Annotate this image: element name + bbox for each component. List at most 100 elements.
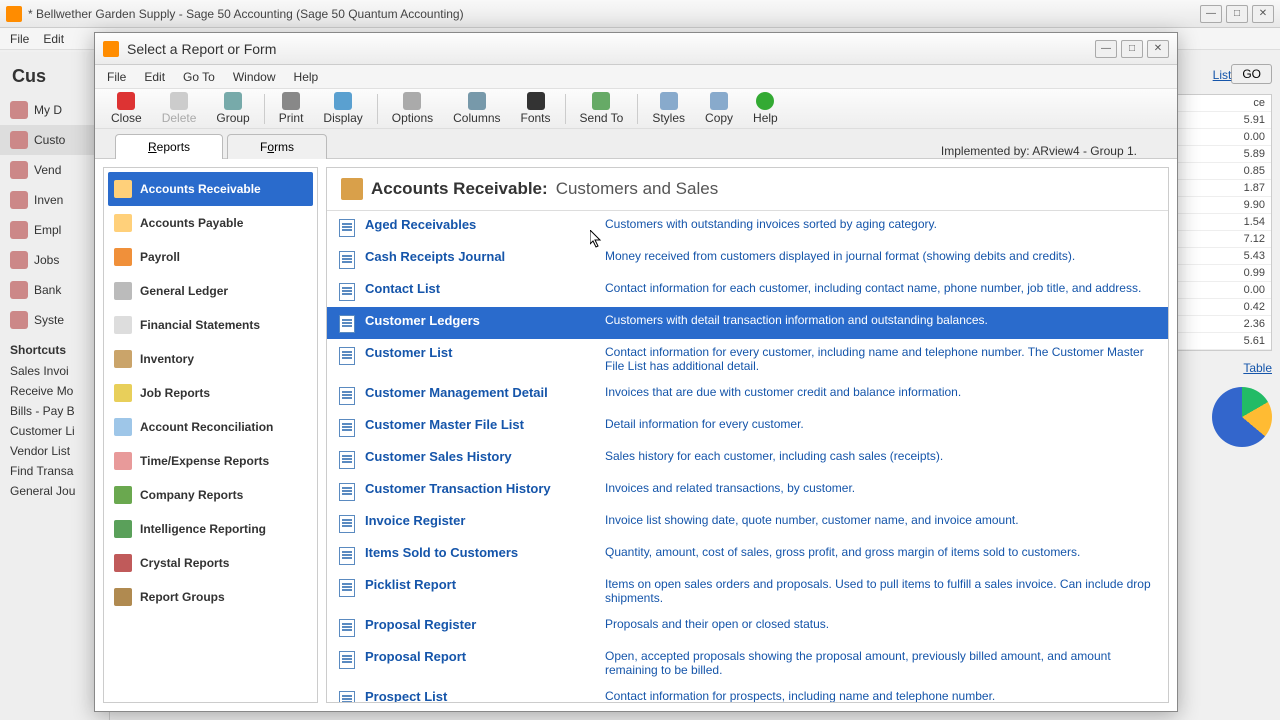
copy-tool[interactable]: Copy xyxy=(695,92,743,125)
menu-file[interactable]: File xyxy=(10,32,29,46)
report-row[interactable]: Customer Management DetailInvoices that … xyxy=(327,379,1168,411)
nav-item[interactable]: Empl xyxy=(0,215,109,245)
dialog-close-button[interactable]: ✕ xyxy=(1147,40,1169,58)
report-description: Contact information for each customer, i… xyxy=(605,281,1156,295)
report-row[interactable]: Contact ListContact information for each… xyxy=(327,275,1168,307)
nav-item[interactable]: Jobs xyxy=(0,245,109,275)
copy-icon xyxy=(710,92,728,110)
shortcut-item[interactable]: Find Transa xyxy=(0,461,109,481)
table-link[interactable]: Table xyxy=(1172,357,1272,379)
dlg-menu-goto[interactable]: Go To xyxy=(183,70,215,84)
category-item[interactable]: Time/Expense Reports xyxy=(108,444,313,478)
report-name: Customer Sales History xyxy=(365,449,595,464)
tab-forms[interactable]: Forms xyxy=(227,134,327,159)
report-row[interactable]: Customer Master File ListDetail informat… xyxy=(327,411,1168,443)
print-tool[interactable]: Print xyxy=(269,92,314,125)
category-item[interactable]: Financial Statements xyxy=(108,308,313,342)
group-tool[interactable]: Group xyxy=(206,92,259,125)
report-name: Invoice Register xyxy=(365,513,595,528)
category-item[interactable]: Accounts Payable xyxy=(108,206,313,240)
pane-header-sub: Customers and Sales xyxy=(556,179,719,199)
category-item[interactable]: Inventory xyxy=(108,342,313,376)
tab-reports[interactable]: Reports xyxy=(115,134,223,159)
shortcut-item[interactable]: Receive Mo xyxy=(0,381,109,401)
report-pane: Accounts Receivable: Customers and Sales… xyxy=(326,167,1169,703)
category-label: Time/Expense Reports xyxy=(140,454,269,468)
report-row[interactable]: Picklist ReportItems on open sales order… xyxy=(327,571,1168,611)
go-button[interactable]: GO xyxy=(1231,64,1272,84)
category-item[interactable]: Intelligence Reporting xyxy=(108,512,313,546)
report-description: Items on open sales orders and proposals… xyxy=(605,577,1156,605)
close-tool[interactable]: Close xyxy=(101,92,152,125)
category-item[interactable]: Payroll xyxy=(108,240,313,274)
report-row[interactable]: Aged ReceivablesCustomers with outstandi… xyxy=(327,211,1168,243)
category-item[interactable]: Job Reports xyxy=(108,376,313,410)
dlg-menu-edit[interactable]: Edit xyxy=(144,70,165,84)
nav-icon xyxy=(10,311,28,329)
shortcut-item[interactable]: Vendor List xyxy=(0,441,109,461)
report-row[interactable]: Proposal ReportOpen, accepted proposals … xyxy=(327,643,1168,683)
report-row[interactable]: Proposal RegisterProposals and their ope… xyxy=(327,611,1168,643)
nav-icon xyxy=(10,161,28,179)
report-selector-dialog: Select a Report or Form — □ ✕ File Edit … xyxy=(94,32,1178,712)
report-row[interactable]: Cash Receipts JournalMoney received from… xyxy=(327,243,1168,275)
shortcut-item[interactable]: Sales Invoi xyxy=(0,361,109,381)
report-description: Invoice list showing date, quote number,… xyxy=(605,513,1156,527)
display-icon xyxy=(334,92,352,110)
category-item[interactable]: Account Reconciliation xyxy=(108,410,313,444)
close-button[interactable]: ✕ xyxy=(1252,5,1274,23)
shortcut-item[interactable]: Bills - Pay B xyxy=(0,401,109,421)
value-cell: ce xyxy=(1173,95,1271,112)
report-description: Sales history for each customer, includi… xyxy=(605,449,1156,463)
category-item[interactable]: Company Reports xyxy=(108,478,313,512)
report-row[interactable]: Items Sold to CustomersQuantity, amount,… xyxy=(327,539,1168,571)
report-row[interactable]: Customer Transaction HistoryInvoices and… xyxy=(327,475,1168,507)
dialog-maximize-button[interactable]: □ xyxy=(1121,40,1143,58)
styles-tool[interactable]: Styles xyxy=(642,92,695,125)
nav-item[interactable]: My D xyxy=(0,95,109,125)
nav-item[interactable]: Syste xyxy=(0,305,109,335)
help-tool[interactable]: Help xyxy=(743,92,788,125)
report-row[interactable]: Customer ListContact information for eve… xyxy=(327,339,1168,379)
shortcut-item[interactable]: Customer Li xyxy=(0,421,109,441)
category-item[interactable]: Accounts Receivable xyxy=(108,172,313,206)
columns-tool[interactable]: Columns xyxy=(443,92,510,125)
sendto-tool[interactable]: Send To xyxy=(570,92,634,125)
fonts-tool[interactable]: Fonts xyxy=(511,92,561,125)
nav-item[interactable]: Custo xyxy=(0,125,109,155)
main-title: * Bellwether Garden Supply - Sage 50 Acc… xyxy=(28,7,464,21)
display-tool[interactable]: Display xyxy=(313,92,372,125)
category-icon xyxy=(114,520,132,538)
dlg-menu-window[interactable]: Window xyxy=(233,70,276,84)
minimize-button[interactable]: — xyxy=(1200,5,1222,23)
nav-item[interactable]: Inven xyxy=(0,185,109,215)
dialog-minimize-button[interactable]: — xyxy=(1095,40,1117,58)
category-item[interactable]: Report Groups xyxy=(108,580,313,614)
nav-item-label: Empl xyxy=(34,223,61,237)
report-row[interactable]: Prospect ListContact information for pro… xyxy=(327,683,1168,702)
report-row[interactable]: Customer Sales History Sales history for … xyxy=(327,443,1168,475)
dlg-menu-file[interactable]: File xyxy=(107,70,126,84)
category-label: Report Groups xyxy=(140,590,225,604)
report-name: Proposal Report xyxy=(365,649,595,664)
category-item[interactable]: Crystal Reports xyxy=(108,546,313,580)
nav-item[interactable]: Vend xyxy=(0,155,109,185)
options-tool[interactable]: Options xyxy=(382,92,443,125)
category-list[interactable]: Accounts Receivable Accounts Payable Payro… xyxy=(103,167,318,703)
menu-edit[interactable]: Edit xyxy=(43,32,64,46)
category-item[interactable]: General Ledger xyxy=(108,274,313,308)
report-row[interactable]: Invoice Register Invoice list showing dat… xyxy=(327,507,1168,539)
category-label: Payroll xyxy=(140,250,180,264)
delete-tool[interactable]: Delete xyxy=(152,92,207,125)
dialog-menubar: File Edit Go To Window Help xyxy=(95,65,1177,89)
maximize-button[interactable]: □ xyxy=(1226,5,1248,23)
dlg-menu-help[interactable]: Help xyxy=(294,70,319,84)
value-cell: 1.87 xyxy=(1173,180,1271,197)
nav-heading: Cus xyxy=(0,66,109,95)
nav-item[interactable]: Bank xyxy=(0,275,109,305)
report-list[interactable]: Aged ReceivablesCustomers with outstandi… xyxy=(327,211,1168,702)
shortcut-item[interactable]: General Jou xyxy=(0,481,109,501)
nav-item-label: My D xyxy=(34,103,62,117)
report-row[interactable]: Customer LedgersCustomers with detail tr… xyxy=(327,307,1168,339)
category-label: Accounts Receivable xyxy=(140,182,261,196)
